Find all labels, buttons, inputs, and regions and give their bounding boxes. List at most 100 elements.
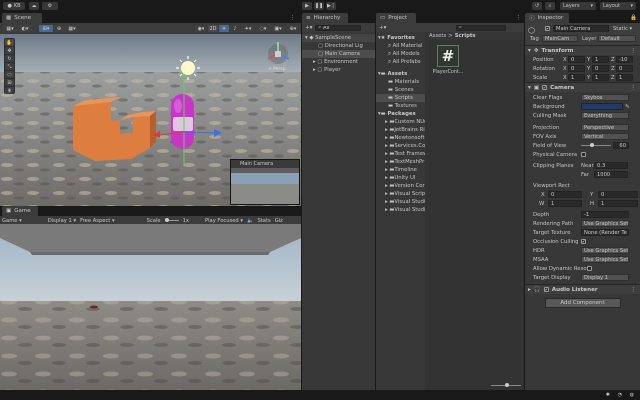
expand-icon[interactable]: ▾: [305, 35, 308, 41]
rotate-tool-icon[interactable]: ↻: [5, 55, 14, 62]
package-item[interactable]: ▸ ▬ Version Cor: [376, 182, 425, 190]
aspect-dropdown[interactable]: Free Aspect ▾: [80, 218, 115, 224]
add-component-button[interactable]: Add Component: [544, 298, 621, 308]
rect-tool-icon[interactable]: ▭: [5, 71, 14, 78]
object-name-field[interactable]: Main Camera: [553, 25, 609, 32]
scale-tool-icon[interactable]: ⤡: [5, 63, 14, 70]
history-icon[interactable]: ↺: [532, 2, 542, 10]
effects-icon[interactable]: ✦▾: [241, 25, 255, 32]
global-icon[interactable]: ⊕: [54, 25, 64, 32]
background-color-field[interactable]: [581, 103, 623, 110]
progress-icon[interactable]: ◔: [618, 392, 622, 398]
add-icon[interactable]: +▾: [379, 25, 386, 31]
far-field[interactable]: 1000: [594, 171, 628, 178]
transform-x-field[interactable]: 1: [568, 74, 585, 81]
tab-project[interactable]: ▭ Project: [376, 13, 416, 23]
hierarchy-scene[interactable]: ▾ ◆ SampleScene: [302, 34, 375, 42]
projection-dropdown[interactable]: Perspective: [581, 124, 629, 131]
hierarchy-item[interactable]: ▸ ▢ Environment: [302, 58, 375, 66]
shading-icon[interactable]: ◐▾: [18, 25, 32, 32]
target-display-dropdown[interactable]: Display 1: [581, 274, 629, 281]
render-mode-icon[interactable]: ◉▾: [195, 25, 207, 32]
transform-x-field[interactable]: 0: [568, 56, 585, 63]
add-icon[interactable]: +▾: [305, 25, 312, 31]
camera-header[interactable]: ▾ ▣ ✔ Camera ⋮: [525, 82, 640, 92]
hierarchy-item-selected[interactable]: ▢ Main Camera: [302, 50, 375, 58]
hidden-objects-icon[interactable]: ◌▾: [256, 25, 270, 32]
transform-z-field[interactable]: 0: [616, 65, 633, 72]
more-icon[interactable]: ⋮: [290, 15, 295, 21]
package-item[interactable]: ▸ ▬ Unity UI: [376, 174, 425, 182]
tag-dropdown[interactable]: MainCam: [542, 35, 578, 42]
package-item[interactable]: ▸ ▬ Test Framew: [376, 150, 425, 158]
clear-flags-dropdown[interactable]: Skybox: [581, 94, 629, 101]
audio-listener-header[interactable]: ▸ 🎧 ✔ Audio Listener ⋮: [525, 284, 640, 294]
static-toggle[interactable]: Static ▾: [613, 26, 632, 32]
play-button[interactable]: ▶: [302, 2, 312, 10]
dynamic-res-checkbox[interactable]: [587, 266, 592, 271]
mute-icon[interactable]: 🔈: [247, 218, 253, 224]
scale-slider[interactable]: [164, 218, 179, 222]
component-menu-icon[interactable]: ⋮: [630, 48, 636, 54]
fov-slider-knob[interactable]: [589, 143, 594, 147]
package-item[interactable]: ▸ ▬ JetBrains Ri: [376, 126, 425, 134]
fov-field[interactable]: 60: [613, 142, 629, 149]
breadcrumb-leaf[interactable]: Scripts: [455, 33, 476, 39]
package-item[interactable]: ▸ ▬ Newtonsoft: [376, 134, 425, 142]
favorites-item[interactable]: ⌕ All Models: [376, 50, 425, 58]
expand-icon[interactable]: ▸: [313, 59, 316, 65]
script-asset[interactable]: # PlayerCont...: [432, 45, 464, 89]
hdr-dropdown[interactable]: Use Graphics Set: [581, 247, 629, 254]
viewport-w-field[interactable]: 1: [548, 200, 582, 207]
eyedropper-icon[interactable]: ✎: [625, 104, 629, 110]
camera-settings-icon[interactable]: ▣▾: [271, 25, 285, 32]
breadcrumb-root[interactable]: Assets: [429, 33, 446, 39]
gizmos-button[interactable]: Giz: [275, 218, 283, 224]
expand-icon[interactable]: ▸: [313, 67, 316, 73]
gizmos-icon[interactable]: ⊕▾: [286, 25, 300, 32]
stats-button[interactable]: Stats: [257, 218, 270, 224]
rendering-path-dropdown[interactable]: Use Graphics Set: [581, 220, 629, 227]
camera-enabled-checkbox[interactable]: ✔: [542, 85, 548, 90]
fov-axis-dropdown[interactable]: Vertical: [581, 133, 629, 140]
display-dropdown[interactable]: Display 1 ▾: [48, 218, 76, 224]
transform-z-field[interactable]: -10: [616, 56, 633, 63]
transform-z-field[interactable]: 1: [616, 74, 633, 81]
account-button[interactable]: ● KB: [3, 2, 25, 10]
notification-icon[interactable]: ◍: [630, 392, 634, 398]
component-menu-icon[interactable]: ⋮: [630, 287, 636, 293]
depth-field[interactable]: -1: [581, 211, 629, 218]
near-field[interactable]: 0.3: [594, 162, 628, 169]
tab-scene[interactable]: ▦ Scene: [2, 13, 42, 23]
pause-button[interactable]: ❚❚: [314, 2, 324, 10]
tab-hierarchy[interactable]: ≡ Hierarchy: [302, 13, 348, 23]
transform-y-field[interactable]: 0: [592, 65, 609, 72]
assets-folder-selected[interactable]: ▬ Scripts: [376, 94, 425, 102]
viewport-x-field[interactable]: 0: [548, 191, 582, 198]
collab-icon[interactable]: ⚙: [42, 2, 58, 10]
occlusion-checkbox[interactable]: ✔: [581, 239, 586, 244]
transform-y-field[interactable]: 1: [592, 56, 609, 63]
package-item[interactable]: ▸ ▬ Timeline: [376, 166, 425, 174]
hierarchy-item[interactable]: ▢ Directional Lig: [302, 42, 375, 50]
play-focus-dropdown[interactable]: Play Focused ▾: [205, 218, 243, 224]
packages-header[interactable]: ▾ ▬ Packages: [376, 110, 425, 118]
tab-game[interactable]: ▣ Game: [2, 206, 38, 216]
lighting-icon[interactable]: ☀: [219, 25, 229, 32]
toggle-2d-button[interactable]: 2D: [208, 25, 218, 32]
audio-listener-checkbox[interactable]: ✔: [543, 287, 549, 292]
favorites-item[interactable]: ⌕ All Prefabs: [376, 58, 425, 66]
game-mode-dropdown[interactable]: Game ▾: [2, 218, 22, 224]
favorites-header[interactable]: ▾ ★ Favorites: [376, 34, 425, 42]
culling-mask-dropdown[interactable]: Everything: [581, 112, 629, 119]
package-item[interactable]: ▸ ▬ TextMeshPr: [376, 158, 425, 166]
custom-tool-icon[interactable]: ⋕: [5, 87, 14, 94]
transform-y-field[interactable]: 1: [592, 74, 609, 81]
lock-icon[interactable]: 🔒: [630, 15, 637, 21]
grid-snap-icon[interactable]: ▦▾: [65, 25, 79, 32]
assets-header[interactable]: ▾ ▬ Assets: [376, 70, 425, 78]
fov-slider[interactable]: [581, 143, 611, 148]
icon-size-slider[interactable]: [491, 383, 521, 388]
more-icon[interactable]: ⋮: [516, 15, 522, 21]
physical-camera-checkbox[interactable]: [581, 152, 586, 157]
